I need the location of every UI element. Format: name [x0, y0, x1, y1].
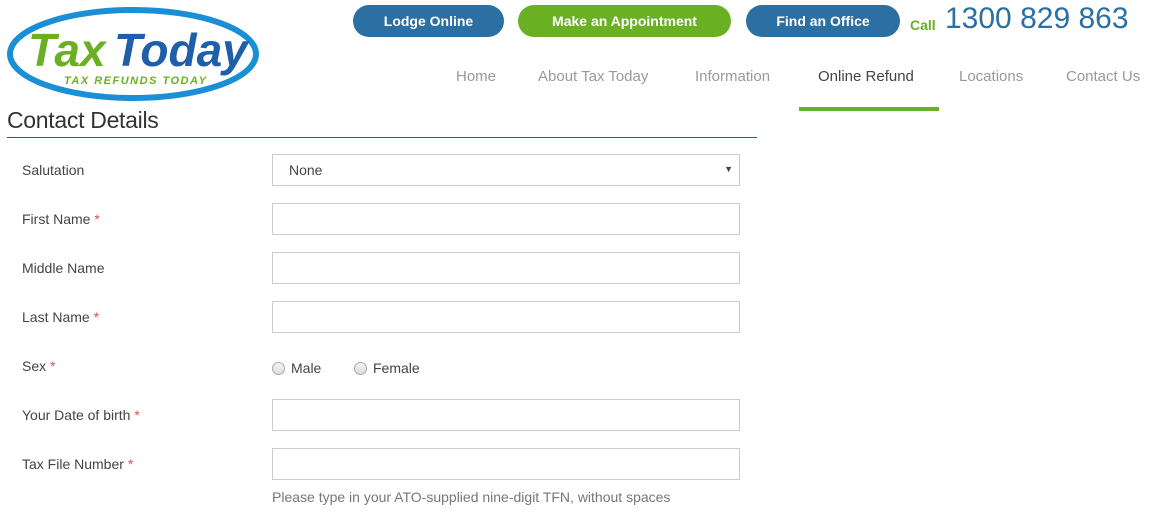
logo-text-tax: Tax — [28, 24, 108, 76]
tfn-label: Tax File Number * — [22, 456, 133, 472]
last-name-label-text: Last Name — [22, 309, 90, 325]
last-name-label: Last Name * — [22, 309, 99, 325]
make-appointment-button[interactable]: Make an Appointment — [518, 5, 731, 37]
sex-label-text: Sex — [22, 358, 47, 374]
first-name-input[interactable] — [272, 203, 740, 235]
nav-active-indicator — [799, 107, 939, 111]
salutation-select[interactable]: None ▼ — [272, 154, 740, 186]
section-title: Contact Details — [7, 107, 159, 133]
nav-about[interactable]: About Tax Today — [538, 68, 648, 85]
dob-label-text: Your Date of birth — [22, 407, 131, 423]
required-marker: * — [127, 456, 134, 472]
nav-online-refund[interactable]: Online Refund — [818, 68, 914, 85]
female-label: Female — [373, 360, 420, 376]
male-label: Male — [291, 360, 322, 376]
dob-label: Your Date of birth * — [22, 407, 140, 423]
section-divider — [7, 137, 757, 138]
find-office-button[interactable]: Find an Office — [746, 5, 900, 37]
logo-text-today: Today — [114, 24, 250, 76]
nav-information[interactable]: Information — [695, 68, 770, 85]
tax-today-logo[interactable]: Tax Today TAX REFUNDS TODAY — [6, 4, 260, 104]
middle-name-input[interactable] — [272, 252, 740, 284]
salutation-label-text: Salutation — [22, 162, 85, 178]
chevron-down-icon: ▼ — [724, 164, 733, 174]
middle-name-label-text: Middle Name — [22, 260, 105, 276]
required-marker: * — [93, 309, 100, 325]
radio-icon[interactable] — [354, 361, 367, 375]
dob-input[interactable] — [272, 399, 740, 431]
first-name-label: First Name * — [22, 211, 100, 227]
tfn-input[interactable] — [272, 448, 740, 480]
lodge-online-button[interactable]: Lodge Online — [353, 5, 504, 37]
first-name-label-text: First Name — [22, 211, 91, 227]
nav-home[interactable]: Home — [456, 68, 496, 85]
nav-locations[interactable]: Locations — [959, 68, 1023, 85]
call-label: Call — [910, 17, 936, 33]
radio-icon[interactable] — [272, 361, 285, 375]
logo-tagline: TAX REFUNDS TODAY — [64, 75, 208, 87]
required-marker: * — [50, 358, 56, 374]
tfn-help-text: Please type in your ATO-supplied nine-di… — [272, 489, 671, 505]
tfn-label-text: Tax File Number — [22, 456, 124, 472]
required-marker: * — [134, 407, 140, 423]
middle-name-label: Middle Name — [22, 260, 104, 276]
salutation-value: None — [289, 162, 323, 178]
sex-label: Sex * — [22, 358, 55, 374]
salutation-label: Salutation — [22, 162, 84, 178]
sex-male-radio[interactable]: Male — [272, 360, 321, 376]
sex-female-radio[interactable]: Female — [354, 360, 420, 376]
last-name-input[interactable] — [272, 301, 740, 333]
phone-number[interactable]: 1300 829 863 — [945, 2, 1129, 36]
nav-contact[interactable]: Contact Us — [1066, 68, 1140, 85]
required-marker: * — [94, 211, 100, 227]
